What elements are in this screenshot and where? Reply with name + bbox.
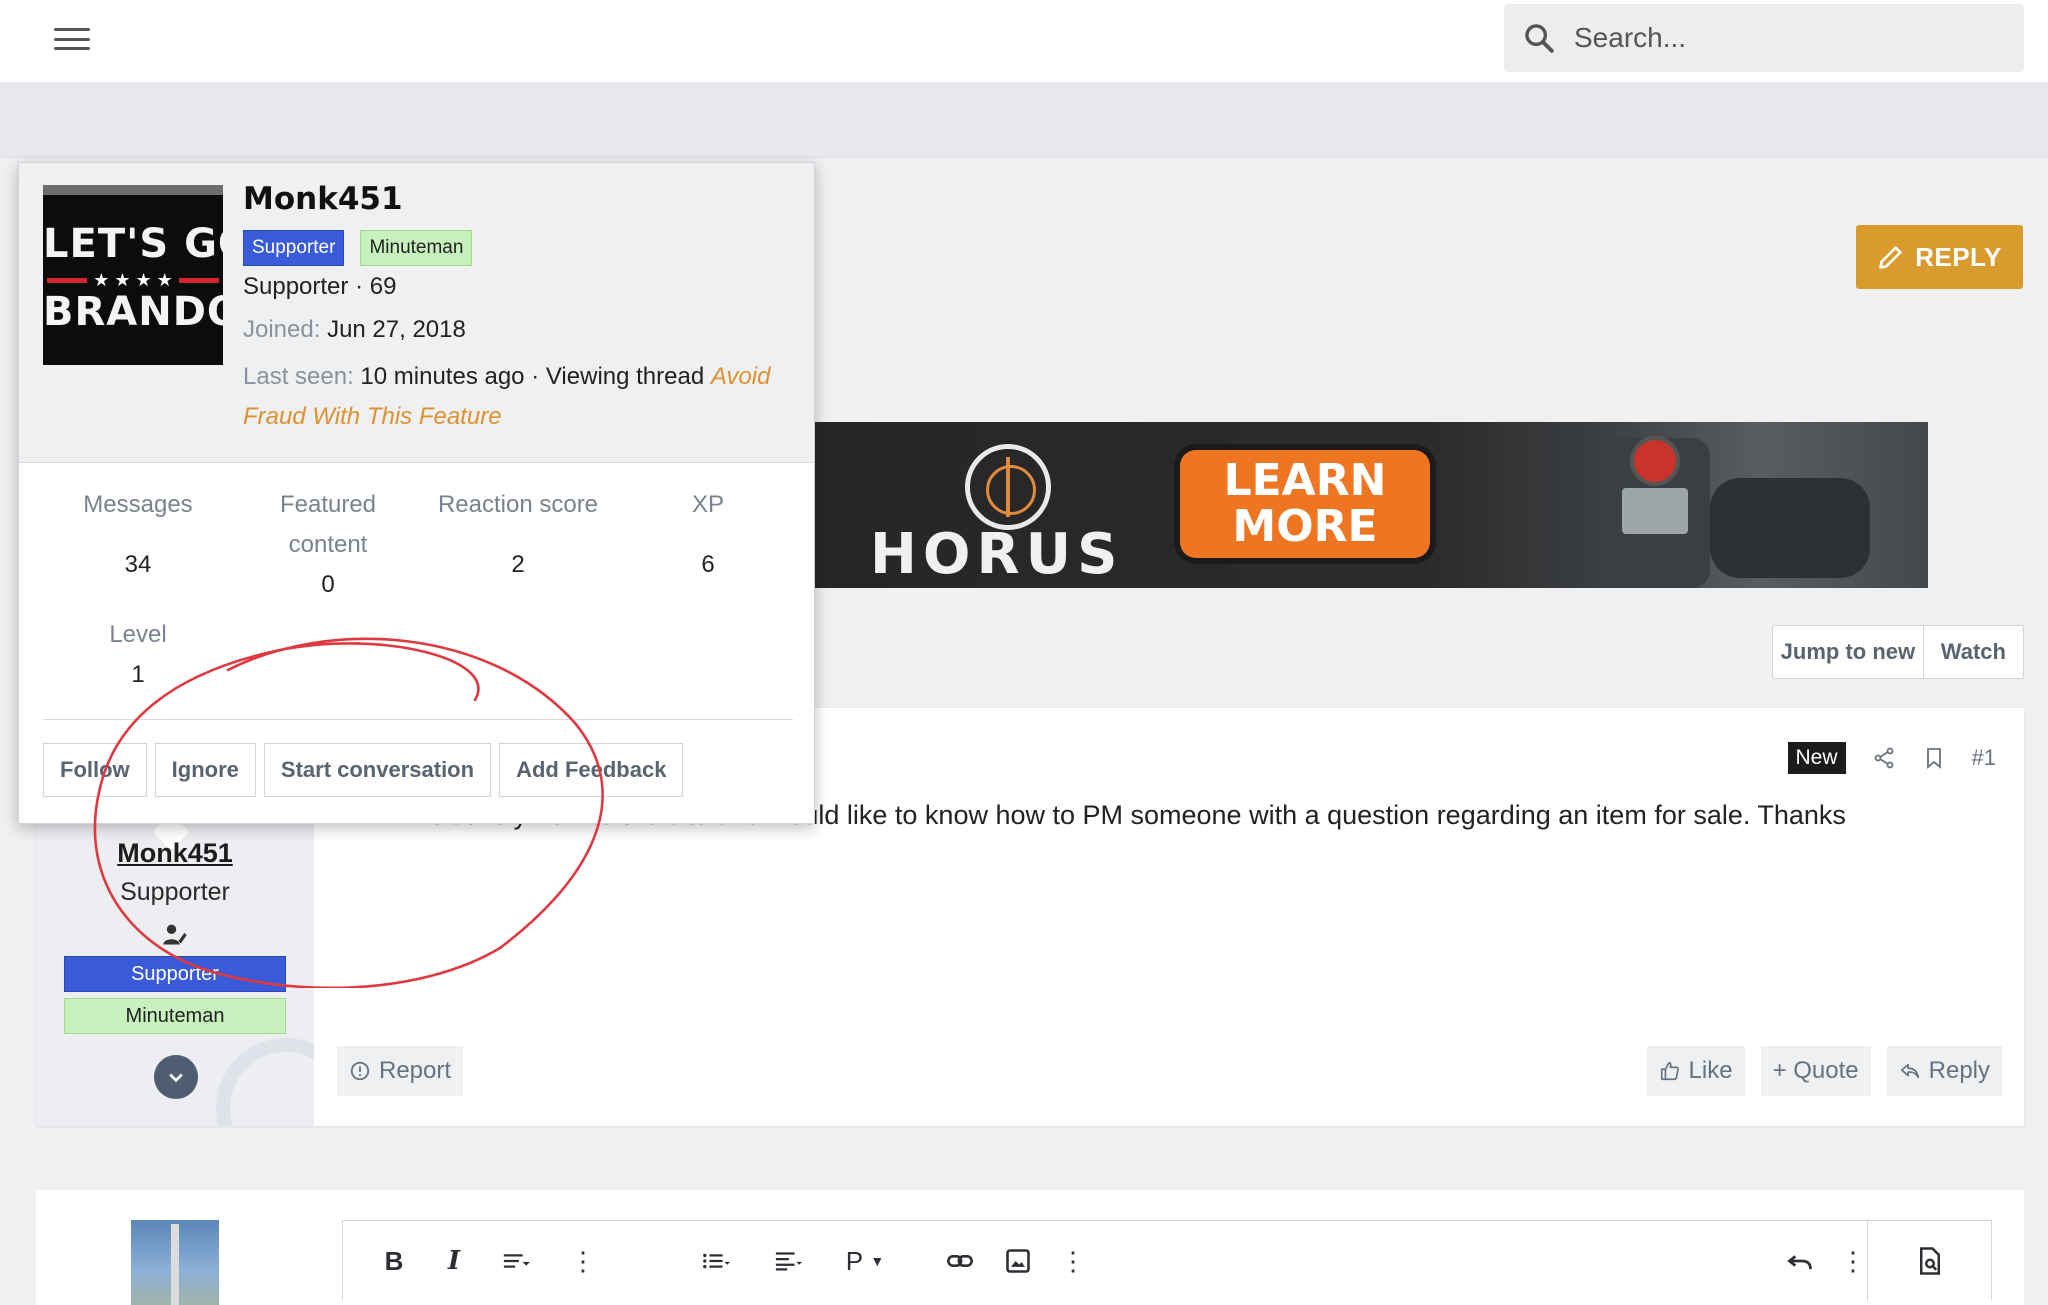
member-title: Supporter · 69 [243, 273, 397, 300]
quick-reply-area: B I ⋮ P ▼ ⋮ ⋮ [36, 1190, 2024, 1305]
supporter-badge: Supporter [243, 230, 345, 266]
watermark-logo [216, 1038, 314, 1126]
bookmark-icon[interactable] [1922, 746, 1946, 770]
quote-button[interactable]: + Quote [1760, 1046, 1871, 1096]
crosshair-icon [965, 444, 1051, 530]
align-dropdown-icon[interactable] [761, 1241, 815, 1281]
viewing-thread-link-cont[interactable]: Fraud With This Feature [243, 403, 502, 431]
text-style-dropdown-icon[interactable] [489, 1241, 543, 1281]
expand-user-info-button[interactable] [154, 1055, 198, 1099]
member-tooltip-header: LET'S GO ★ ★ ★ ★ BRANDON Monk451 Support… [19, 163, 814, 463]
minuteman-banner: Minuteman [64, 998, 286, 1034]
member-username[interactable]: Monk451 [243, 181, 403, 217]
link-icon[interactable] [943, 1241, 977, 1281]
avatar-text-line3: BRANDON [43, 289, 223, 335]
stat-xp: XP 6 [691, 491, 724, 578]
list-dropdown-icon[interactable] [689, 1241, 743, 1281]
ad-brand: HORUS [870, 522, 1124, 587]
follow-button[interactable]: Follow [43, 743, 147, 797]
jump-to-new-button[interactable]: Jump to new [1773, 626, 1924, 678]
minuteman-badge: Minuteman [360, 230, 473, 266]
search-box[interactable] [1504, 4, 2024, 72]
current-user-avatar [131, 1220, 219, 1305]
thread-actions: Jump to new Watch [1772, 625, 2024, 679]
stat-messages: Messages 34 [83, 491, 193, 578]
quote-label: + Quote [1772, 1057, 1859, 1084]
viewing-thread-link[interactable]: Avoid [711, 363, 771, 390]
editor-toolbar: B I ⋮ P ▼ ⋮ ⋮ [342, 1220, 1992, 1301]
add-feedback-button[interactable]: Add Feedback [499, 743, 684, 797]
post-number[interactable]: #1 [1972, 745, 1996, 771]
alert-circle-icon [350, 1061, 370, 1081]
user-edit-icon [163, 924, 187, 945]
member-last-seen: Last seen: 10 minutes ago · Viewing thre… [243, 363, 770, 391]
post-user-title: Supporter [120, 878, 230, 906]
reply-button-label: REPLY [1915, 241, 2002, 272]
reply-post-label: Reply [1928, 1057, 1990, 1084]
image-icon[interactable] [1003, 1241, 1033, 1281]
italic-icon[interactable]: I [439, 1241, 469, 1281]
report-label: Report [379, 1057, 452, 1084]
learn-more-line1: LEARN [1223, 455, 1387, 506]
more-options-icon[interactable]: ⋮ [570, 1241, 596, 1281]
report-button[interactable]: Report [337, 1046, 464, 1096]
thumbs-up-icon [1660, 1061, 1679, 1081]
more-actions-icon[interactable]: ⋮ [1840, 1241, 1866, 1281]
avatar-text-line1: LET'S GO [43, 221, 223, 267]
post-actions: Like + Quote Reply [1646, 1046, 2002, 1096]
learn-more-button[interactable]: LEARN MORE [1180, 450, 1430, 558]
member-banners: Supporter Minuteman [243, 230, 473, 266]
pencil-icon [1879, 246, 1902, 269]
reply-button[interactable]: REPLY [1856, 225, 2023, 289]
stat-featured: Featured content 0 [279, 491, 377, 598]
stat-reaction-score: Reaction score 2 [437, 491, 599, 578]
search-input[interactable] [1574, 22, 2004, 54]
undo-icon[interactable] [1783, 1241, 1817, 1281]
member-avatar[interactable]: LET'S GO ★ ★ ★ ★ BRANDON [43, 185, 223, 365]
sub-navigation-bar [0, 82, 2048, 158]
post-username[interactable]: Monk451 [36, 838, 314, 869]
joined-label: Joined: [243, 316, 321, 343]
last-seen-label: Last seen: [243, 363, 354, 390]
menu-icon[interactable] [52, 24, 92, 54]
new-badge: New [1787, 742, 1846, 774]
last-seen-value: 10 minutes ago · Viewing thread [360, 363, 705, 390]
reply-arrow-icon [1900, 1063, 1919, 1079]
search-icon [1525, 24, 1554, 53]
stat-level: Level 1 [109, 621, 167, 688]
supporter-banner: Supporter [64, 956, 286, 992]
paragraph-tool-label: P [845, 1245, 864, 1276]
member-actions: Follow Ignore Start conversation Add Fee… [43, 743, 684, 797]
ad-banner[interactable]: HORUS LEARN MORE [810, 422, 1928, 588]
top-navigation-bar [0, 0, 2048, 82]
paragraph-dropdown-icon[interactable]: P ▼ [843, 1241, 887, 1281]
like-label: Like [1688, 1057, 1733, 1084]
chevron-down-icon [169, 1073, 183, 1083]
start-conversation-button[interactable]: Start conversation [263, 743, 492, 797]
member-tooltip: LET'S GO ★ ★ ★ ★ BRANDON Monk451 Support… [18, 162, 815, 824]
reply-post-button[interactable]: Reply [1886, 1046, 2002, 1096]
divider [43, 719, 793, 720]
avatar-stars: ★ ★ ★ ★ [43, 270, 223, 290]
horus-logo: HORUS [870, 444, 1150, 587]
post-meta: New #1 [1787, 742, 1996, 774]
joined-value: Jun 27, 2018 [327, 316, 466, 343]
learn-more-line2: MORE [1232, 501, 1378, 552]
more-insert-icon[interactable]: ⋮ [1060, 1241, 1086, 1281]
ignore-button[interactable]: Ignore [154, 743, 256, 797]
bold-icon[interactable]: B [379, 1241, 409, 1281]
share-icon[interactable] [1872, 746, 1896, 770]
preview-icon[interactable] [1867, 1221, 1991, 1301]
rangefinder-image [1530, 428, 1870, 588]
member-joined: Joined: Jun 27, 2018 [243, 316, 466, 344]
like-button[interactable]: Like [1646, 1046, 1745, 1096]
watch-button[interactable]: Watch [1924, 626, 2023, 678]
